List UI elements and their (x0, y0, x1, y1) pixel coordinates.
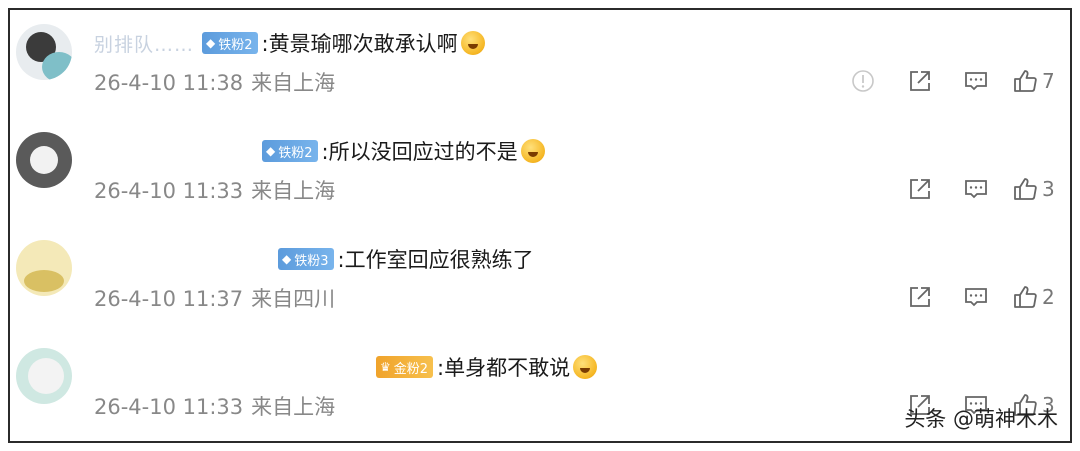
comment-actions: 7 (834, 66, 1070, 96)
comment-location: 来自上海 (251, 71, 336, 95)
comment-location: 来自上海 (251, 395, 336, 419)
watermark: 头条 @萌神木木 (904, 407, 1058, 431)
fan-badge[interactable]: ◆ 铁粉2 (202, 32, 258, 54)
share-button[interactable] (892, 282, 948, 312)
comment-actions: 2 (892, 282, 1070, 312)
like-count: 3 (1042, 177, 1055, 201)
comment-header: 别排队…… ◆ 铁粉2 :黄景瑜哪次敢承认啊 (94, 26, 485, 60)
like-button[interactable]: 7 (1004, 66, 1070, 96)
thumbs-up-icon (1014, 286, 1037, 308)
comment-icon (965, 72, 987, 91)
comment-meta: 26-4-10 11:37 来自四川 (94, 283, 343, 313)
warning-icon (852, 70, 874, 92)
upside-down-face-emoji-icon (460, 31, 485, 55)
comment-list-frame: 别排队…… ◆ 铁粉2 :黄景瑜哪次敢承认啊 26-4-10 11:38 来自上海 … (8, 8, 1072, 443)
thumbs-up-icon (1014, 70, 1037, 92)
reply-button[interactable] (948, 66, 1004, 96)
fan-badge-label: 铁粉3 (294, 253, 329, 269)
comment-item: 别排队…… ◆ 铁粉2 :黄景瑜哪次敢承认啊 26-4-10 11:38 来自上海 … (10, 10, 1070, 118)
diamond-icon: ◆ (266, 144, 276, 158)
fan-badge-label: 铁粉2 (218, 37, 253, 53)
like-button[interactable]: 2 (1004, 282, 1070, 312)
comment-date: 26-4-10 11:33 (94, 395, 244, 419)
comment-header: ♛ 金粉2 :单身都不敢说 (94, 350, 598, 384)
share-icon (910, 179, 930, 199)
diamond-icon: ◆ (282, 252, 292, 266)
comment-header: ◆ 铁粉2 :所以没回应过的不是 (94, 134, 545, 168)
comment-date: 26-4-10 11:38 (94, 71, 244, 95)
report-button[interactable] (834, 66, 892, 96)
comment-meta: 26-4-10 11:33 来自上海 (94, 391, 343, 421)
avatar[interactable] (16, 348, 72, 404)
diamond-icon: ◆ (206, 36, 216, 50)
username[interactable]: 别排队…… (94, 30, 194, 57)
comment-meta: 26-4-10 11:33 来自上海 (94, 175, 343, 205)
like-count: 2 (1042, 285, 1055, 309)
username[interactable] (94, 146, 254, 156)
comment-actions: 3 (892, 174, 1070, 204)
fan-badge[interactable]: ◆ 铁粉3 (278, 248, 334, 270)
comment-text: :黄景瑜哪次敢承认啊 (261, 32, 458, 56)
hushed-face-emoji-icon (573, 355, 598, 379)
avatar[interactable] (16, 132, 72, 188)
share-button[interactable] (892, 66, 948, 96)
fan-badge-label: 金粉2 (393, 361, 429, 377)
laughing-tears-emoji-icon (520, 139, 545, 163)
comment-location: 来自上海 (251, 179, 336, 203)
fan-badge[interactable]: ◆ 铁粉2 (262, 140, 318, 162)
avatar[interactable] (16, 24, 72, 80)
share-icon (910, 71, 930, 91)
fan-badge[interactable]: ♛ 金粉2 (376, 356, 434, 378)
fan-badge-label: 铁粉2 (278, 145, 313, 161)
avatar[interactable] (16, 240, 72, 296)
comment-icon (965, 180, 987, 199)
reply-button[interactable] (948, 282, 1004, 312)
comment-header: ◆ 铁粉3 :工作室回应很熟练了 (94, 242, 534, 276)
comment-location: 来自四川 (251, 287, 336, 311)
share-icon (910, 287, 930, 307)
comment-date: 26-4-10 11:37 (94, 287, 244, 311)
comment-text: :所以没回应过的不是 (321, 140, 518, 164)
comment-text: :工作室回应很熟练了 (337, 248, 534, 272)
thumbs-up-icon (1014, 178, 1037, 200)
username[interactable] (94, 362, 368, 372)
comment-item: ◆ 铁粉2 :所以没回应过的不是 26-4-10 11:33 来自上海 3 (10, 118, 1070, 226)
comment-icon (965, 288, 987, 307)
comment-date: 26-4-10 11:33 (94, 179, 244, 203)
comment-text: :单身都不敢说 (437, 356, 571, 380)
reply-button[interactable] (948, 174, 1004, 204)
comment-meta: 26-4-10 11:38 来自上海 (94, 67, 343, 97)
share-button[interactable] (892, 174, 948, 204)
like-button[interactable]: 3 (1004, 174, 1070, 204)
username[interactable] (94, 254, 270, 264)
crown-icon: ♛ (380, 360, 391, 374)
like-count: 7 (1042, 69, 1055, 93)
comment-item: ◆ 铁粉3 :工作室回应很熟练了 26-4-10 11:37 来自四川 2 (10, 226, 1070, 334)
